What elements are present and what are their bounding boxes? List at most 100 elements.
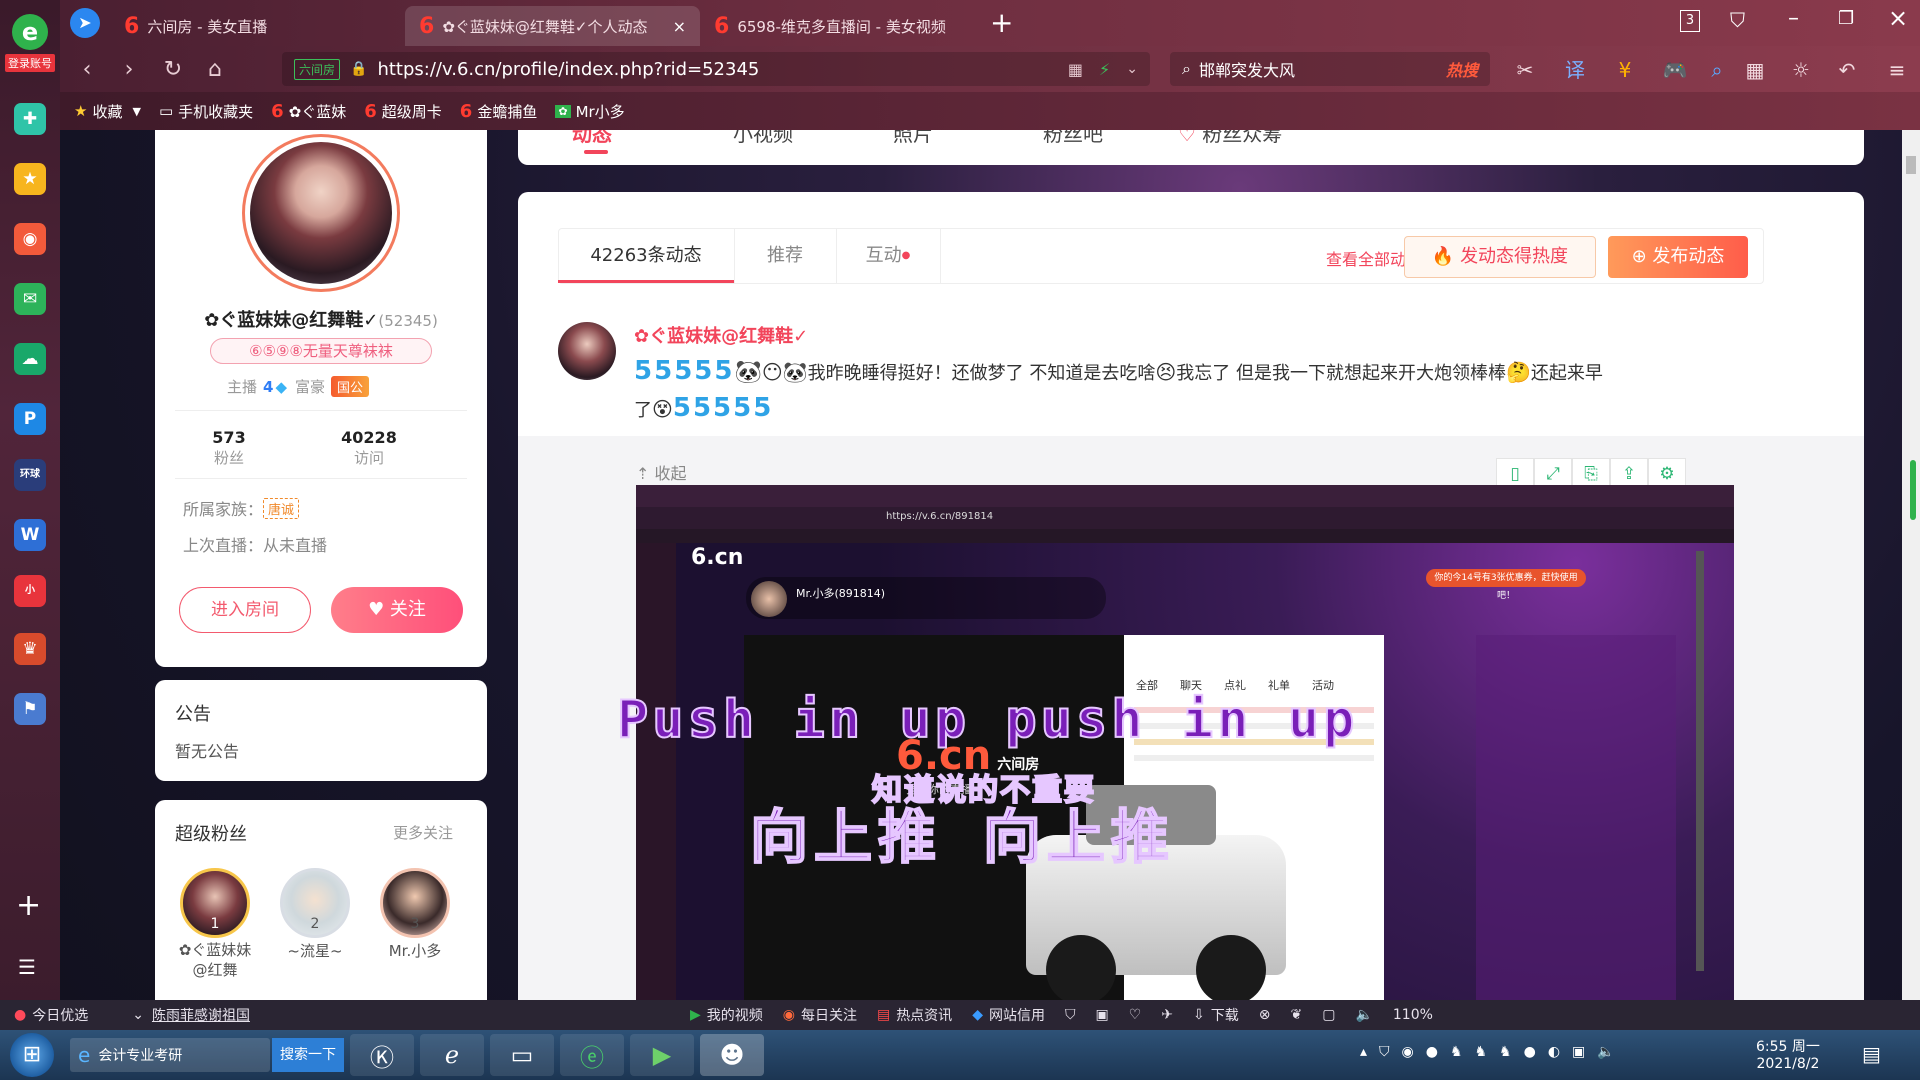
bookmark-weekcard[interactable]: 6 超级周卡 [364, 101, 442, 122]
today-pick[interactable]: 今日优选 [32, 1005, 88, 1025]
tab-live-room[interactable]: 6 6598-维克多直播间 - 美女视频 [700, 6, 995, 46]
sidebar-mail-icon[interactable]: ✉ [14, 283, 46, 315]
chat-app-icon[interactable]: ☻ [700, 1034, 764, 1076]
explorer-app-icon[interactable]: ▭ [490, 1034, 554, 1076]
tab-dynamics[interactable]: 动态 [572, 130, 612, 147]
post-author-name[interactable]: ✿ぐ蓝妹妹@红舞鞋✓ [634, 322, 808, 348]
sidebar-app2-icon[interactable]: ♛ [14, 633, 46, 665]
window-icon[interactable]: ▢ [1322, 1007, 1335, 1023]
volume-icon[interactable]: 🔈 [1355, 1007, 1372, 1023]
kugou-app-icon[interactable]: Ⓚ [350, 1034, 414, 1076]
sidebar-star-icon[interactable]: ★ [14, 163, 46, 195]
shirt-skin-icon[interactable]: ⛉ [1730, 8, 1745, 32]
search-input[interactable]: ⌕ 邯郸突发大风 热搜 [1170, 52, 1490, 86]
collapse-link[interactable]: ⇡ 收起 [636, 460, 687, 484]
publish-button[interactable]: ⊕ 发布动态 [1608, 236, 1748, 278]
avatar[interactable] [242, 134, 400, 292]
sidebar-news-icon[interactable]: 环球 [14, 459, 46, 491]
ie-search-box[interactable]: e 会计专业考研 [70, 1038, 270, 1072]
super-fan-2[interactable]: 2 ~流星~ [275, 868, 355, 961]
scroll-thumb[interactable] [1906, 156, 1916, 174]
close-tab-icon[interactable]: × [673, 17, 686, 36]
bookmark-mobile[interactable]: ▭ 手机收藏夹 [159, 101, 253, 122]
hot-post-button[interactable]: 🔥 发动态得热度 [1404, 236, 1596, 278]
browser-logo[interactable]: e 登录账号 [5, 14, 55, 74]
sidebar-app3-icon[interactable]: ⚑ [14, 693, 46, 725]
notification-icon[interactable]: ▤ [1862, 1042, 1881, 1066]
minimize-icon[interactable]: – [1788, 6, 1799, 31]
url-input[interactable]: 六间房 🔒 https://v.6.cn/profile/index.php?r… [282, 52, 1150, 86]
menu-icon[interactable]: ≡ [1882, 55, 1912, 85]
super-fan-3[interactable]: 3 Mr.小多 [375, 868, 455, 961]
brightness-icon[interactable]: ☼ [1786, 55, 1816, 85]
restore-icon[interactable]: ❐ [1838, 8, 1854, 29]
coin-icon[interactable]: ¥ [1610, 55, 1640, 85]
bookmark-mrxiaoduo[interactable]: ✿ Mr小多 [555, 101, 625, 122]
close-window-icon[interactable]: × [1888, 4, 1908, 32]
cut-icon[interactable]: ⊗ [1259, 1007, 1271, 1023]
gamepad-icon[interactable]: 🎮 [1660, 55, 1690, 85]
tab-all-dynamics[interactable]: 42263条动态 [558, 228, 734, 284]
tab-short-videos[interactable]: 小视频 [733, 130, 793, 147]
page-scrollbar[interactable] [1902, 130, 1920, 1000]
tab-recommend[interactable]: 推荐 [734, 228, 836, 284]
sidebar-cloud-icon[interactable]: ☁ [14, 343, 46, 375]
my-videos[interactable]: 我的视频 [707, 1005, 763, 1025]
sidebar-menu-icon[interactable]: ☰ [18, 955, 36, 979]
leaf-icon[interactable]: ❦ [1290, 1007, 1302, 1023]
tab-fan-bar[interactable]: 粉丝吧 [1043, 130, 1103, 147]
translate-icon[interactable]: 译 [1560, 55, 1590, 85]
download-link[interactable]: 下载 [1211, 1005, 1239, 1025]
family-badge[interactable]: 唐诚 [263, 497, 300, 519]
windows-start-icon[interactable]: ⊞ [10, 1033, 54, 1077]
send-icon[interactable]: ➤ [70, 8, 100, 38]
tab-crowdfunding[interactable]: ♡ 粉丝众筹 [1178, 130, 1282, 147]
system-tray-icons[interactable]: ▴⛉◉●♞♞♞●◐▣🔈 [1360, 1044, 1627, 1060]
new-tab-icon[interactable]: + [990, 6, 1013, 39]
apps-grid-icon[interactable]: ▦ [1740, 55, 1770, 85]
sidebar-game-icon[interactable]: 小 [14, 575, 46, 607]
daily-follow[interactable]: 每日关注 [801, 1005, 857, 1025]
post-author-avatar[interactable] [558, 322, 616, 380]
sidebar-plus-app-icon[interactable]: ✚ [14, 103, 46, 135]
undo-icon[interactable]: ↶ [1832, 55, 1862, 85]
refresh-icon[interactable]: ↻ [158, 55, 188, 85]
sidebar-p-app-icon[interactable]: P [14, 403, 46, 435]
chevron-down-icon[interactable]: ⌄ [1126, 61, 1138, 77]
forward-icon[interactable]: › [114, 55, 144, 85]
bookmark-fishing[interactable]: 6 金蟾捕鱼 [460, 101, 538, 122]
shield-icon[interactable]: ⛉ [1065, 1007, 1076, 1023]
super-fan-1[interactable]: 1 ✿ぐ蓝妹妹@红舞 [175, 868, 255, 980]
sidebar-add-icon[interactable]: + [16, 888, 41, 923]
tab-profile-active[interactable]: 6 ✿ぐ蓝妹妹@红舞鞋✓个人动态 × [405, 6, 700, 46]
home-icon[interactable]: ⌂ [200, 55, 230, 85]
news-headline[interactable]: 陈雨菲感谢祖国 [152, 1005, 250, 1025]
hot-news[interactable]: 热点资讯 [896, 1005, 952, 1025]
magnifier-icon[interactable]: ⌕ [1702, 55, 1732, 85]
image-icon[interactable]: ▣ [1095, 1007, 1108, 1023]
bookmark-favorites[interactable]: ★ 收藏 ▼ [74, 101, 141, 122]
clock[interactable]: 6:55 周一 2021/8/2 [1756, 1036, 1820, 1072]
browser-app-icon[interactable]: ⓔ [560, 1034, 624, 1076]
sidebar-doc-icon[interactable]: W [14, 519, 46, 551]
more-follow-link[interactable]: 更多关注 [393, 822, 453, 843]
grid-view-icon[interactable]: ▦ [1068, 60, 1083, 79]
tab-interaction[interactable]: 互动● [836, 228, 940, 284]
follow-button[interactable]: ♥ 关注 [331, 587, 463, 633]
bookmark-lanmeimei[interactable]: 6 ✿ぐ蓝妹 [271, 101, 346, 122]
tab-liujianfang-home[interactable]: 6 六间房 - 美女直播 [110, 6, 405, 46]
lightning-icon[interactable]: ⚡ [1099, 60, 1110, 79]
heart-outline-icon[interactable]: ♡ [1129, 1007, 1142, 1023]
tab-count-badge[interactable]: 3 [1680, 10, 1700, 32]
player-app-icon[interactable]: ▶ [630, 1034, 694, 1076]
site-credit[interactable]: 网站信用 [989, 1005, 1045, 1025]
sidebar-weibo-icon[interactable]: ◉ [14, 223, 46, 255]
speed-icon[interactable]: ✈ [1161, 1007, 1173, 1023]
ie-app-icon[interactable]: ℯ [420, 1034, 484, 1076]
back-icon[interactable]: ‹ [72, 55, 102, 85]
fans-stat[interactable]: 573 粉丝 [195, 428, 263, 468]
scissors-icon[interactable]: ✂ [1510, 55, 1540, 85]
enter-room-button[interactable]: 进入房间 [179, 587, 311, 633]
search-button[interactable]: 搜索一下 [272, 1038, 344, 1072]
tab-photos[interactable]: 照片 [893, 130, 933, 147]
